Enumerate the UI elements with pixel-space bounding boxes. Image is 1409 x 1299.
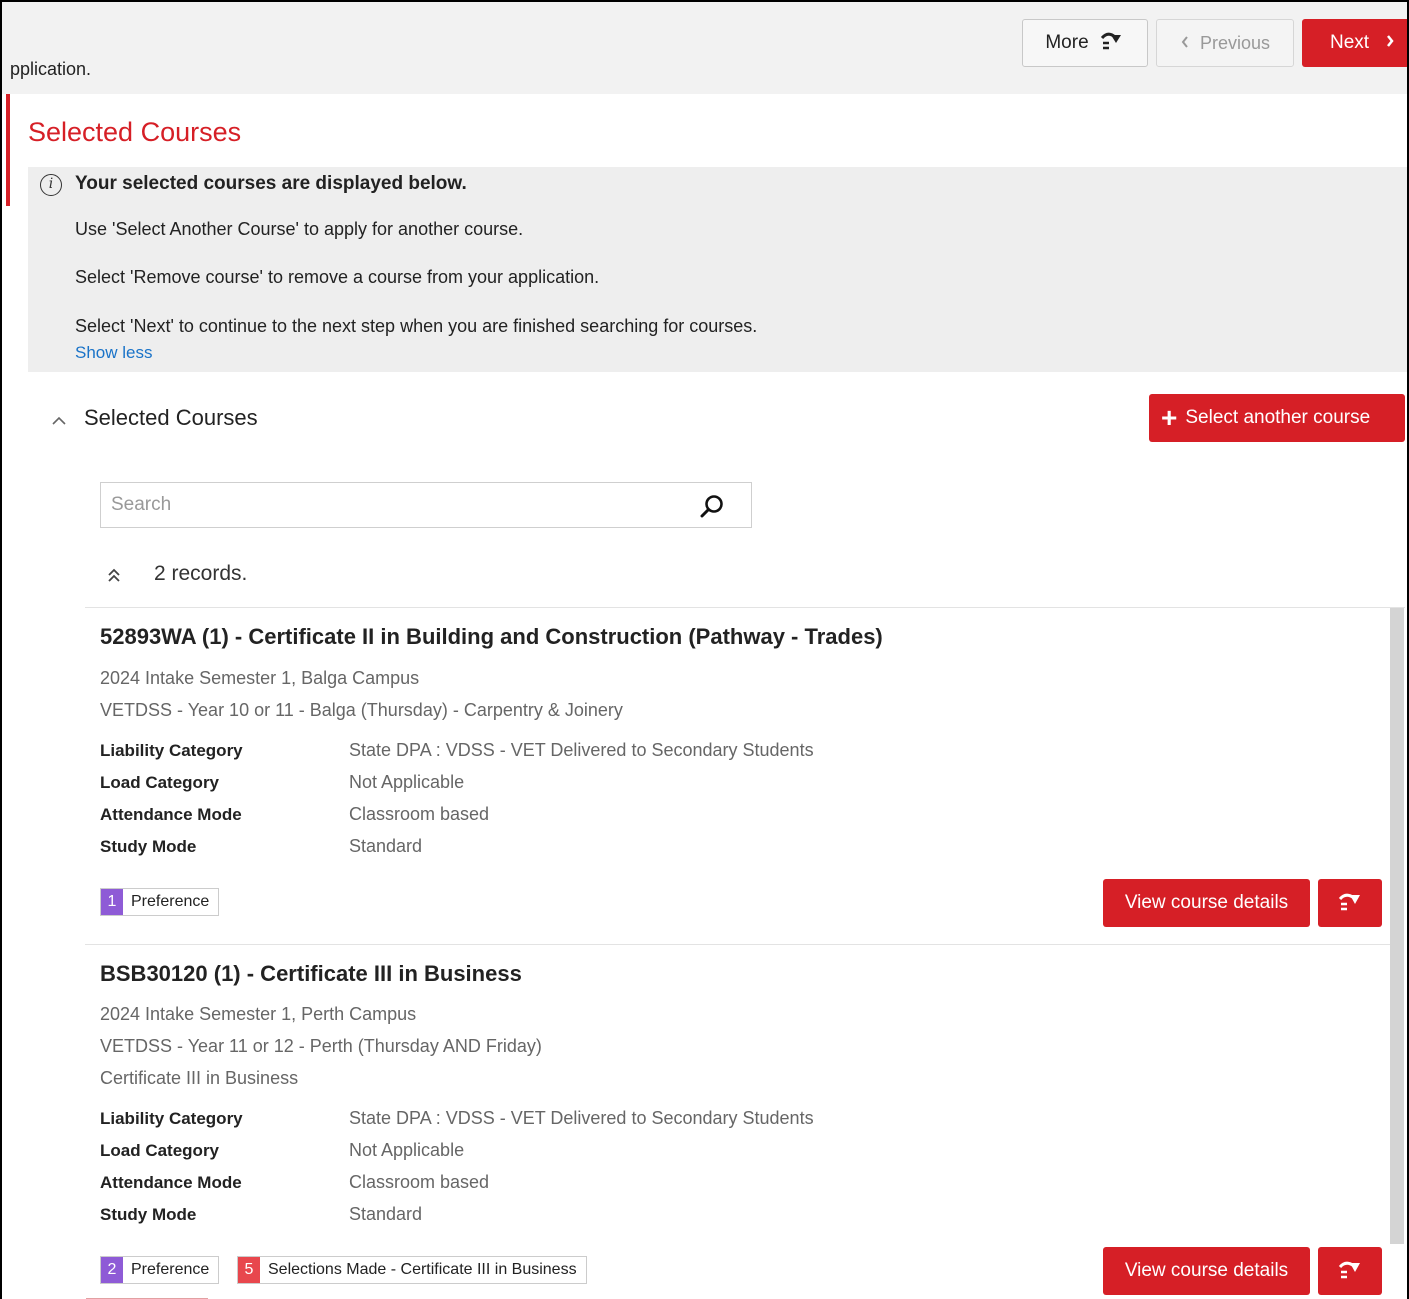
select-another-course-button[interactable]: + Select another course xyxy=(1149,394,1405,442)
load-category-label: Load Category xyxy=(100,773,220,792)
liability-category-label: Liability Category xyxy=(100,1109,243,1128)
show-less-link[interactable]: Show less xyxy=(75,343,152,363)
view-course-details-button[interactable]: View course details xyxy=(1103,879,1310,927)
course-title: BSB30120 (1) - Certificate III in Busine… xyxy=(100,961,522,986)
page-title: Selected Courses xyxy=(28,117,242,147)
attendance-mode-label: Attendance Mode xyxy=(100,805,242,824)
preference-badge: 2 Preference xyxy=(100,1256,220,1284)
chevron-up-icon[interactable] xyxy=(50,410,68,431)
course-card: BSB30120 (1) - Certificate III in Busine… xyxy=(85,945,1390,1299)
course-intake: 2024 Intake Semester 1, Perth Campus xyxy=(100,1004,417,1024)
study-mode-value: Standard xyxy=(349,1204,423,1224)
section-accent-bar xyxy=(6,94,10,206)
records-count: 2 records. xyxy=(154,562,248,585)
more-arrow-icon xyxy=(1336,1257,1364,1286)
attendance-mode-label: Attendance Mode xyxy=(100,1173,242,1192)
info-heading: Your selected courses are displayed belo… xyxy=(75,173,467,194)
info-icon: i xyxy=(40,174,62,196)
preference-badge: 1 Preference xyxy=(100,888,220,916)
application-frame: pplication. More Previous Next Selected … xyxy=(0,0,1409,1299)
load-category-value: Not Applicable xyxy=(349,1140,465,1160)
top-toolbar: pplication. More Previous Next xyxy=(2,2,1407,94)
liability-category-value: State DPA : VDSS - VET Delivered to Seco… xyxy=(349,1108,814,1128)
course-more-actions-button[interactable] xyxy=(1318,879,1382,927)
previous-button[interactable]: Previous xyxy=(1156,19,1294,67)
info-line: Select 'Remove course' to remove a cours… xyxy=(75,267,600,287)
view-course-details-button[interactable]: View course details xyxy=(1103,1247,1310,1295)
course-card: 52893WA (1) - Certificate II in Building… xyxy=(85,608,1390,944)
course-intake: 2024 Intake Semester 1, Balga Campus xyxy=(100,668,420,688)
search-icon[interactable] xyxy=(699,494,723,518)
course-offering: VETDSS - Year 11 or 12 - Perth (Thursday… xyxy=(100,1036,542,1056)
load-category-value: Not Applicable xyxy=(349,772,465,792)
truncated-header-text: pplication. xyxy=(10,59,92,79)
course-title: 52893WA (1) - Certificate II in Building… xyxy=(100,624,883,649)
attendance-mode-value: Classroom based xyxy=(349,1172,490,1192)
study-mode-label: Study Mode xyxy=(100,1205,197,1224)
load-category-label: Load Category xyxy=(100,1141,220,1160)
liability-category-value: State DPA : VDSS - VET Delivered to Seco… xyxy=(349,740,814,760)
info-panel: i Your selected courses are displayed be… xyxy=(28,167,1407,372)
search-input[interactable] xyxy=(101,483,661,527)
info-line: Select 'Next' to continue to the next st… xyxy=(75,316,758,336)
next-button[interactable]: Next xyxy=(1302,19,1407,67)
study-mode-value: Standard xyxy=(349,836,423,856)
more-button[interactable]: More xyxy=(1022,19,1148,67)
selections-made-badge: 5 Selections Made - Certificate III in B… xyxy=(237,1256,587,1284)
attendance-mode-value: Classroom based xyxy=(349,804,490,824)
info-line: Use 'Select Another Course' to apply for… xyxy=(75,219,524,239)
more-arrow-icon xyxy=(1099,29,1125,57)
double-chevron-up-icon[interactable] xyxy=(106,567,122,588)
chevron-left-icon xyxy=(1180,33,1190,54)
course-offering: VETDSS - Year 10 or 11 - Balga (Thursday… xyxy=(100,700,623,720)
plus-icon: + xyxy=(1161,402,1178,433)
selected-courses-heading: Selected Courses xyxy=(84,405,258,430)
liability-category-label: Liability Category xyxy=(100,741,243,760)
more-arrow-icon xyxy=(1336,889,1364,918)
course-more-actions-button[interactable] xyxy=(1318,1247,1382,1295)
course-description: Certificate III in Business xyxy=(100,1068,299,1088)
search-box xyxy=(100,482,752,528)
scrollbar[interactable] xyxy=(1390,608,1404,1244)
chevron-right-icon xyxy=(1385,32,1395,54)
study-mode-label: Study Mode xyxy=(100,837,197,856)
